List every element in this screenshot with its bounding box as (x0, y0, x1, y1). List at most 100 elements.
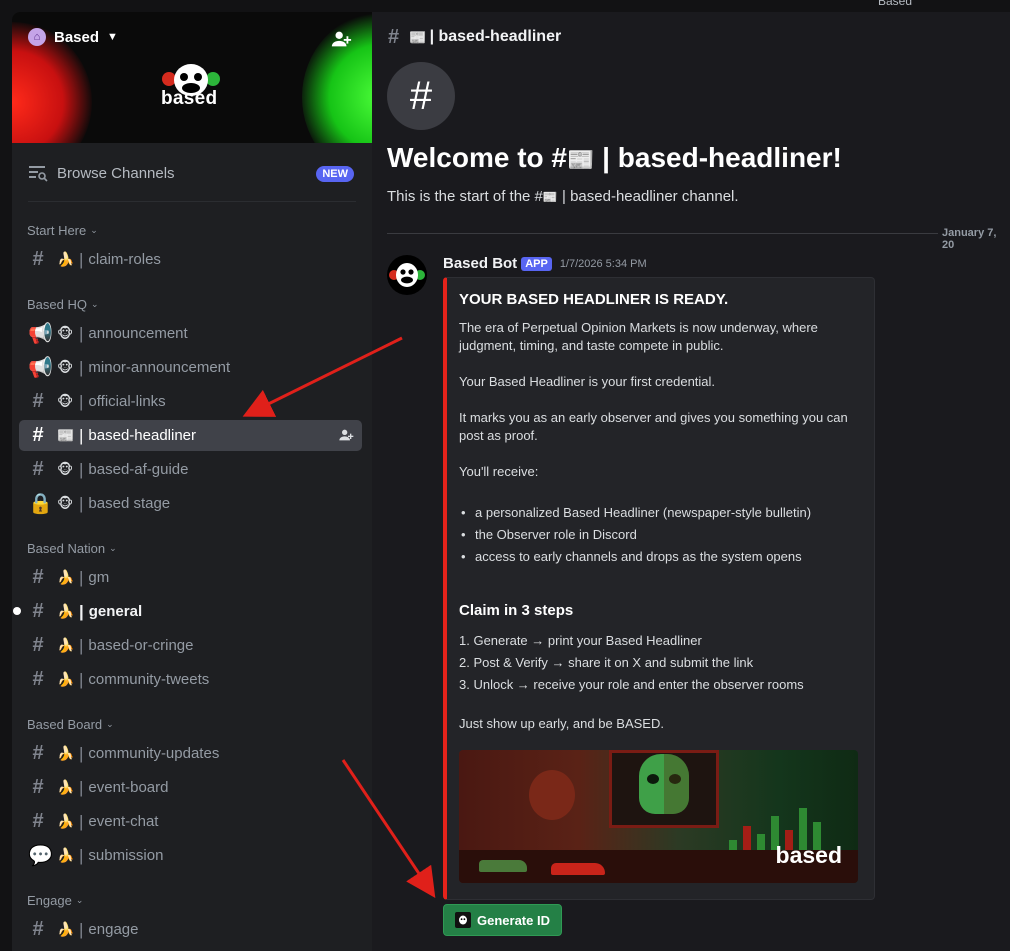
category-start-here[interactable]: Start Here ⌄ (27, 223, 98, 238)
forum-icon: 💬 (28, 845, 53, 867)
chevron-down-icon: ⌄ (90, 225, 98, 235)
message-timestamp: 1/7/2026 5:34 PM (559, 257, 647, 270)
channel-emoji: 🐵 (57, 461, 74, 477)
header-channel-emoji: 📰 (409, 28, 427, 45)
embed-paragraph: It marks you as an early observer and gi… (459, 410, 848, 443)
hash-icon: # (32, 458, 44, 480)
hash-icon: # (32, 566, 44, 588)
megaphone-icon: 📢 (28, 323, 53, 345)
embed-step: 3. Unlock → receive your role and enter … (459, 677, 804, 692)
embed-steps-title: Claim in 3 steps (459, 602, 574, 619)
channel-claim-roles[interactable]: # 🍌 | claim-roles (19, 244, 362, 275)
monkey-icon (455, 912, 471, 928)
hash-icon: # (32, 248, 44, 270)
channel-general[interactable]: # 🍌 | general (13, 596, 362, 627)
category-label: Based Nation (27, 541, 106, 556)
hash-icon: # (32, 918, 44, 940)
category-based-hq[interactable]: Based HQ ⌄ (27, 297, 99, 312)
channel-emoji: 🍌 (57, 671, 75, 687)
channel-based-stage[interactable]: 🔒 🐵 | based stage (19, 488, 362, 519)
channel-emoji: 🍌 (57, 921, 75, 937)
hash-icon: # (32, 668, 44, 690)
channel-emoji: 🐵 (57, 359, 74, 375)
channel-name: based-headliner (88, 427, 196, 444)
chat-area: # 📰 | based-headliner # Welcome to #📰 | … (372, 12, 1010, 951)
embed-bullet-list: a personalized Based Headliner (newspape… (459, 502, 859, 568)
channel-based-or-cringe[interactable]: # 🍌 | based-or-cringe (19, 630, 362, 661)
channel-event-chat[interactable]: # 🍌 | event-chat (19, 806, 362, 837)
hash-icon: # (32, 600, 44, 622)
category-based-nation[interactable]: Based Nation ⌄ (27, 541, 117, 556)
hash-icon: # (32, 776, 44, 798)
category-label: Engage (27, 893, 72, 908)
channel-sidebar: ⌂ Based ▼ based Browse Channels NEW Star… (12, 12, 372, 951)
server-banner[interactable]: ⌂ Based ▼ based (12, 12, 372, 143)
channel-name: official-links (88, 393, 166, 410)
embed-title: YOUR BASED HEADLINER IS READY. (459, 291, 729, 308)
channel-name: community-tweets (88, 671, 210, 688)
server-name-dropdown[interactable]: ⌂ Based ▼ (28, 28, 118, 46)
channel-community-updates[interactable]: # 🍌 | community-updates (19, 738, 362, 769)
hash-icon: # (32, 742, 44, 764)
channel-announcement[interactable]: 📢 🐵 | announcement (19, 318, 362, 349)
category-based-board[interactable]: Based Board ⌄ (27, 717, 114, 732)
chevron-down-icon: ▼ (107, 31, 118, 43)
channel-emoji: 🐵 (57, 495, 74, 511)
header-channel-title: | based-headliner (429, 28, 562, 45)
channel-emoji: 📰 (57, 427, 75, 443)
embed-paragraph: You'll receive: (459, 464, 539, 479)
list-item: access to early channels and drops as th… (459, 546, 859, 568)
channel-official-links[interactable]: # 🐵 | official-links (19, 386, 362, 417)
channel-emoji: 🍌 (57, 745, 75, 761)
browse-channels-button[interactable]: Browse Channels NEW (12, 158, 372, 188)
channel-based-af-guide[interactable]: # 🐵 | based-af-guide (19, 454, 362, 485)
channel-event-board[interactable]: # 🍌 | event-board (19, 772, 362, 803)
channel-submission[interactable]: 💬 🍌 | submission (19, 840, 362, 871)
browse-channels-label: Browse Channels (57, 164, 175, 182)
channel-name: event-chat (88, 813, 159, 830)
chevron-down-icon: ⌄ (106, 719, 114, 729)
channel-gm[interactable]: # 🍌 | gm (19, 562, 362, 593)
channel-emoji: 🍌 (57, 637, 75, 653)
channel-emoji: 🐵 (57, 325, 74, 341)
channel-based-headliner[interactable]: # 📰 | based-headliner (19, 420, 362, 451)
category-label: Start Here (27, 223, 87, 238)
image-brand-text: based (775, 842, 842, 868)
hash-icon: # (32, 810, 44, 832)
invite-people-icon[interactable] (330, 28, 352, 50)
add-member-icon[interactable] (338, 427, 354, 443)
channel-emoji: 🍌 (57, 813, 75, 829)
list-item: a personalized Based Headliner (newspape… (459, 502, 859, 524)
channel-minor-announcement[interactable]: 📢 🐵 | minor-announcement (19, 352, 362, 383)
channel-community-tweets[interactable]: # 🍌 | community-tweets (19, 664, 362, 695)
embed-image[interactable]: based (459, 750, 858, 883)
channel-name: based stage (88, 495, 171, 512)
toy-car (479, 860, 527, 872)
channel-emoji: 🍌 (57, 779, 75, 795)
window-title: Based (878, 0, 913, 8)
chevron-down-icon: ⌄ (75, 895, 84, 905)
app-badge: APP (521, 256, 552, 271)
server-name: Based (54, 28, 100, 46)
chevron-down-icon: ⌄ (109, 543, 117, 553)
embed-step: 1. Generate → print your Based Headliner (459, 633, 702, 648)
chevron-down-icon: ⌄ (90, 299, 99, 309)
avatar[interactable] (387, 255, 427, 295)
channel-header: # 📰 | based-headliner (372, 12, 1010, 62)
message-embed: YOUR BASED HEADLINER IS READY. The era o… (443, 277, 875, 900)
category-engage[interactable]: Engage ⌄ (27, 893, 83, 908)
category-label: Based HQ (27, 297, 87, 312)
channel-name: community-updates (88, 745, 220, 762)
channel-name: claim-roles (88, 251, 161, 268)
date-divider-text: January 7, 20 (938, 227, 1010, 251)
unread-indicator (13, 607, 21, 615)
generate-id-button[interactable]: Generate ID (443, 904, 562, 936)
embed-closing: Just show up early, and be BASED. (459, 716, 664, 731)
author-name[interactable]: Based Bot (443, 255, 517, 272)
channel-engage[interactable]: # 🍌 | engage (19, 914, 362, 945)
channel-name: based-af-guide (88, 461, 189, 478)
banner-logo-text: based (161, 88, 218, 109)
sidebar-divider (28, 201, 356, 202)
channel-emoji: 🐵 (57, 393, 74, 409)
welcome-subline: This is the start of the #📰 | based-head… (387, 188, 739, 205)
